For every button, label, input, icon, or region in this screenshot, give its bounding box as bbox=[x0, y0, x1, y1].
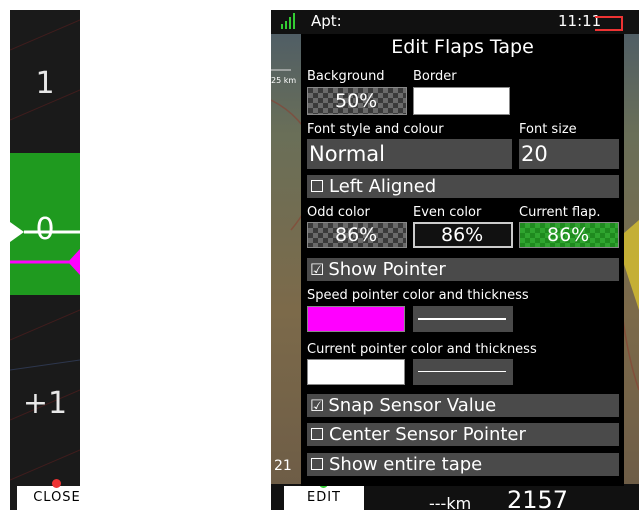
background-label: Background bbox=[307, 69, 385, 84]
current-pointer-thickness[interactable] bbox=[413, 359, 513, 385]
left-aligned-label: Left Aligned bbox=[329, 176, 437, 197]
checkbox-empty-icon bbox=[311, 180, 323, 192]
show-pointer-checkbox[interactable]: ☑ Show Pointer bbox=[307, 258, 619, 281]
close-label: CLOSE bbox=[33, 490, 81, 505]
odd-color-selector[interactable]: 86% bbox=[307, 222, 407, 248]
center-sensor-label: Center Sensor Pointer bbox=[329, 424, 526, 445]
snap-sensor-checkbox[interactable]: ☑ Snap Sensor Value bbox=[307, 394, 619, 417]
current-flap-value: 86% bbox=[547, 224, 590, 246]
tape-label-1: 1 bbox=[35, 66, 55, 101]
edit-label: EDIT bbox=[307, 490, 341, 505]
current-flap-label: Current flap. bbox=[519, 205, 601, 220]
speed-pointer-icon bbox=[10, 249, 80, 275]
border-label: Border bbox=[413, 69, 457, 84]
checkbox-checked-icon: ☑ bbox=[310, 396, 325, 415]
odd-color-value: 86% bbox=[335, 224, 378, 246]
thickness-line-icon bbox=[418, 318, 506, 320]
show-pointer-label: Show Pointer bbox=[328, 259, 446, 280]
tape-label-plus1: +1 bbox=[22, 386, 68, 421]
snap-sensor-label: Snap Sensor Value bbox=[328, 395, 497, 416]
close-indicator-icon bbox=[52, 479, 61, 488]
show-entire-tape-checkbox[interactable]: Show entire tape bbox=[307, 453, 619, 476]
edit-flaps-tape-dialog: Edit Flaps Tape Background Border 50% Fo… bbox=[301, 34, 624, 486]
show-entire-tape-label: Show entire tape bbox=[329, 454, 483, 475]
border-color-selector[interactable] bbox=[413, 87, 510, 115]
background-value: 50% bbox=[335, 90, 378, 112]
flaps-tape-preview: 1 0 +1 +2 bbox=[10, 10, 80, 510]
current-pointer-label: Current pointer color and thickness bbox=[307, 342, 537, 357]
center-sensor-checkbox[interactable]: Center Sensor Pointer bbox=[307, 423, 619, 446]
status-bar: Apt: 11:11 bbox=[271, 10, 639, 34]
font-size-label: Font size bbox=[519, 122, 577, 137]
speed-pointer-thickness[interactable] bbox=[413, 306, 513, 332]
thickness-line-icon bbox=[418, 371, 506, 372]
nav-distance: ---km bbox=[429, 494, 472, 510]
even-color-value: 86% bbox=[441, 224, 484, 246]
edit-button[interactable]: EDIT bbox=[284, 479, 364, 510]
current-pointer-icon bbox=[10, 222, 80, 242]
map-edge-number: 21 bbox=[274, 458, 292, 474]
speed-pointer-label: Speed pointer color and thickness bbox=[307, 288, 529, 303]
even-color-label: Even color bbox=[413, 205, 482, 220]
checkbox-checked-icon: ☑ bbox=[310, 260, 325, 279]
map-km-label: 25 km bbox=[271, 76, 297, 85]
odd-color-label: Odd color bbox=[307, 205, 370, 220]
left-aligned-checkbox[interactable]: Left Aligned bbox=[307, 175, 619, 198]
speed-pointer-color[interactable] bbox=[307, 306, 405, 332]
font-style-select[interactable]: Normal bbox=[307, 139, 512, 169]
checkbox-empty-icon bbox=[311, 458, 323, 470]
nav-value-3: 2157 bbox=[507, 486, 569, 510]
close-button[interactable]: CLOSE bbox=[17, 479, 97, 510]
font-style-label: Font style and colour bbox=[307, 122, 444, 137]
checkbox-empty-icon bbox=[311, 428, 323, 440]
background-selector[interactable]: 50% bbox=[307, 87, 407, 115]
dialog-title: Edit Flaps Tape bbox=[391, 36, 534, 58]
battery-icon bbox=[595, 16, 623, 31]
apt-label: Apt: bbox=[311, 12, 342, 30]
current-pointer-color[interactable] bbox=[307, 359, 405, 385]
even-color-selector[interactable]: 86% bbox=[413, 222, 513, 248]
signal-icon bbox=[281, 13, 295, 29]
current-flap-color-selector[interactable]: 86% bbox=[519, 222, 619, 248]
font-size-select[interactable]: 20 bbox=[519, 139, 619, 169]
